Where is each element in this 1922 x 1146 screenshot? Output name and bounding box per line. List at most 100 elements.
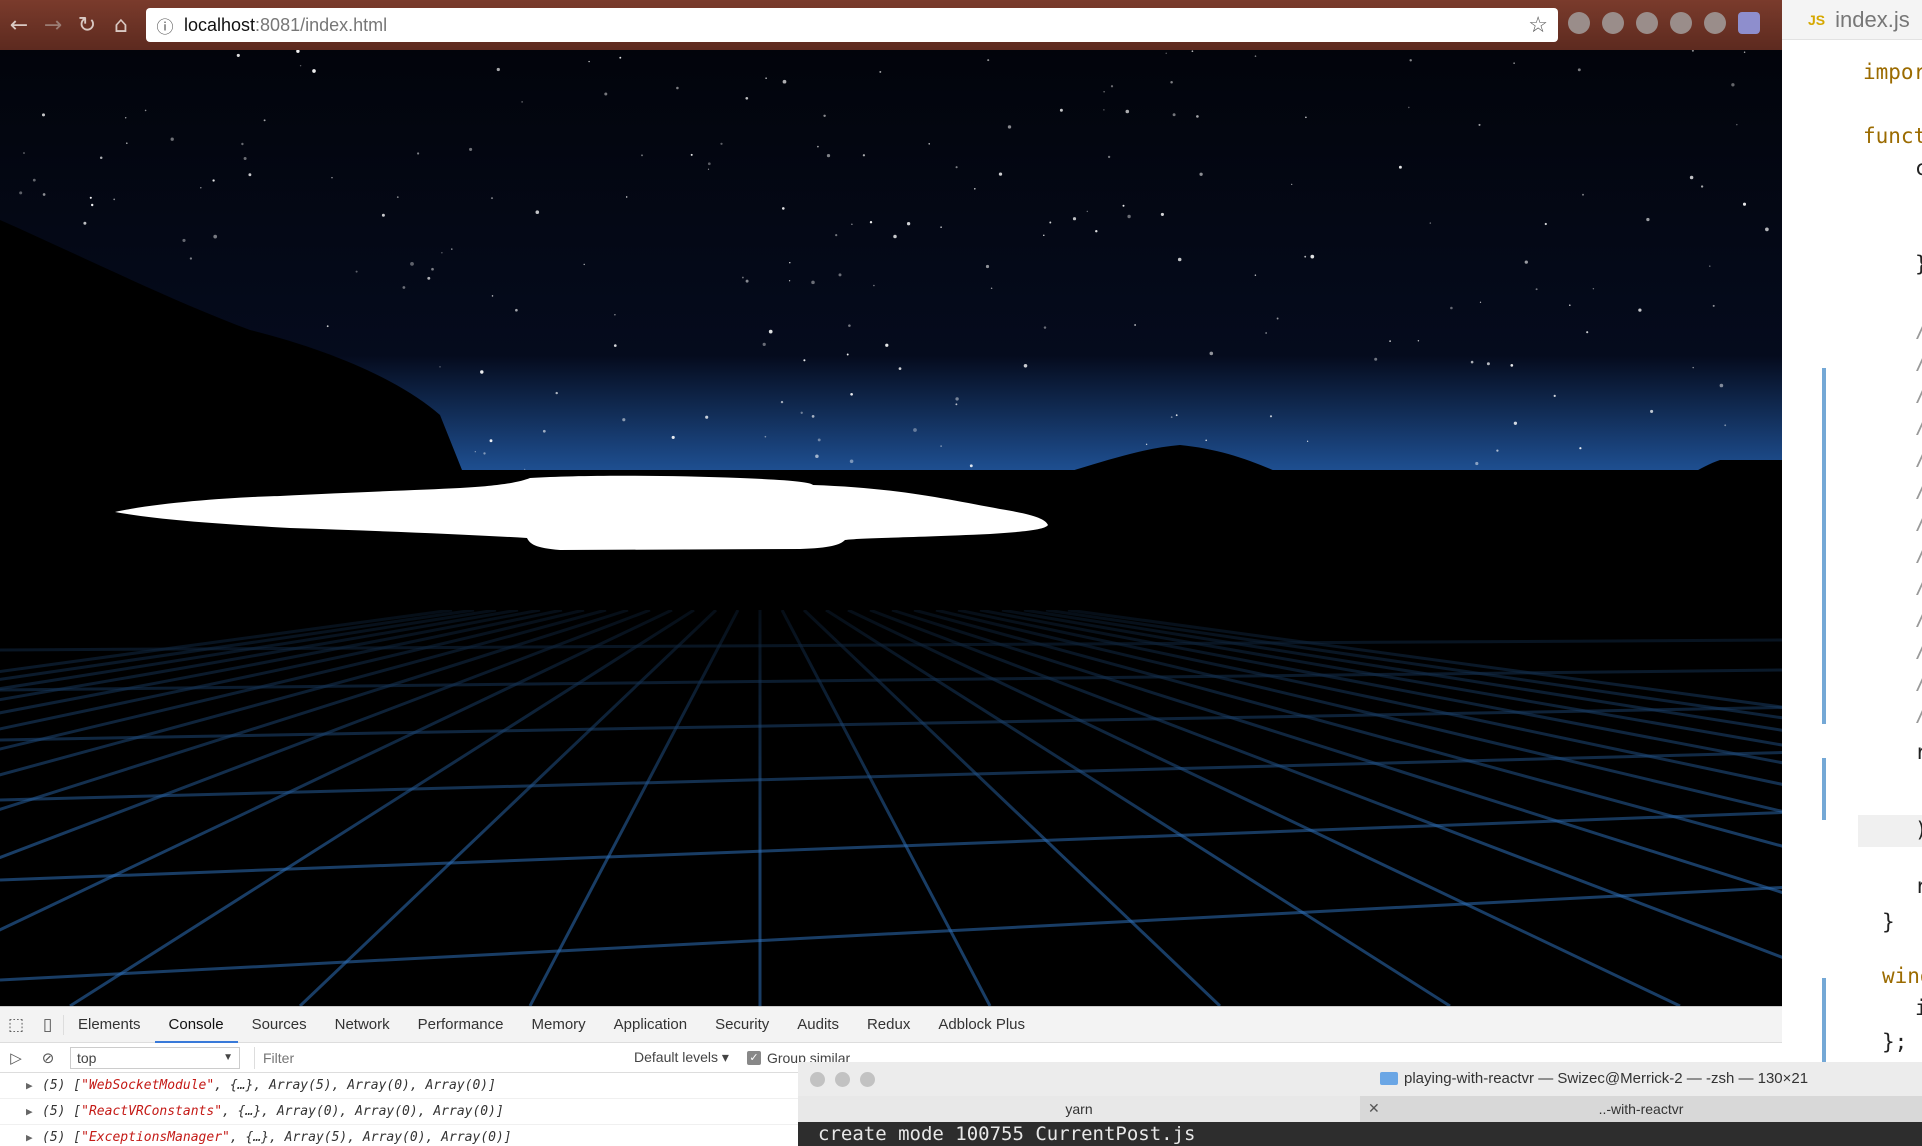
star [299, 64, 302, 67]
code-editor[interactable]: JS index.js impor funct c} / / / / / / / / / / / / / r) r… [1782, 0, 1922, 1062]
star [42, 193, 46, 196]
editor-filename: index.js [1835, 6, 1910, 32]
bookmark-star-icon[interactable]: ☆ [1528, 12, 1548, 38]
code-line: / [1915, 606, 1922, 630]
code-line: }; [1882, 1030, 1908, 1054]
star [1103, 91, 1105, 93]
tab-memory[interactable]: Memory [518, 1007, 600, 1043]
star [613, 344, 617, 347]
reload-icon[interactable]: ↻ [70, 8, 104, 42]
star [248, 173, 252, 177]
star [1407, 106, 1410, 109]
star [1291, 183, 1293, 186]
terminal-window[interactable]: playing-with-reactvr — Swizec@Merrick-2 … [798, 1062, 1922, 1146]
inspect-element-icon[interactable]: ⬚ [0, 1015, 32, 1035]
tab-adblock-plus[interactable]: Adblock Plus [924, 1007, 1039, 1043]
tab-performance[interactable]: Performance [404, 1007, 518, 1043]
star [1205, 439, 1208, 442]
expand-triangle-icon[interactable]: ▶ [26, 1099, 33, 1125]
tab-elements[interactable]: Elements [64, 1007, 155, 1043]
star [1650, 409, 1654, 413]
star [427, 276, 431, 280]
tab-audits[interactable]: Audits [783, 1007, 853, 1043]
zoom-window-button[interactable] [860, 1071, 875, 1087]
star [869, 220, 873, 224]
extension-icon[interactable] [1738, 12, 1760, 34]
star [788, 280, 791, 282]
star [1765, 227, 1769, 232]
expand-triangle-icon[interactable]: ▶ [26, 1073, 33, 1099]
tab-network[interactable]: Network [321, 1007, 404, 1043]
home-icon[interactable]: ⌂ [104, 8, 138, 42]
star [1254, 274, 1257, 276]
star [1742, 202, 1747, 206]
extension-icon[interactable] [1670, 12, 1692, 34]
close-window-button[interactable] [810, 1071, 825, 1087]
star [1700, 185, 1704, 188]
context-selector[interactable]: top ▼ [70, 1046, 240, 1069]
star [998, 172, 1003, 176]
star [835, 234, 838, 237]
back-arrow-icon[interactable]: ← [2, 8, 36, 42]
star [765, 77, 767, 79]
extension-icon[interactable] [1636, 12, 1658, 34]
vr-scene-viewport[interactable] [0, 50, 1782, 1006]
device-toolbar-icon[interactable]: ▯ [32, 1014, 64, 1035]
star [1107, 155, 1111, 159]
log-levels-dropdown[interactable]: Default levels ▾ [634, 1049, 729, 1066]
star [720, 142, 723, 145]
close-tab-icon[interactable]: ✕ [1368, 1096, 1380, 1122]
terminal-tab-reactvr[interactable]: ✕ ..-with-reactvr [1360, 1096, 1922, 1122]
star [1007, 125, 1012, 129]
extension-icon[interactable] [1602, 12, 1624, 34]
star [1398, 165, 1402, 169]
address-bar[interactable]: ⓘ localhost:8081/index.html ☆ [146, 8, 1558, 42]
code-line: ) [1915, 818, 1922, 842]
star [1409, 59, 1412, 62]
clear-console-icon[interactable]: ⊘ [32, 1049, 64, 1067]
star [1496, 449, 1499, 452]
tab-console[interactable]: Console [154, 1007, 238, 1043]
star [955, 166, 958, 169]
editor-tab-index-js[interactable]: JS index.js [1782, 0, 1922, 40]
terminal-tab-yarn[interactable]: yarn [798, 1096, 1360, 1122]
star [803, 359, 806, 362]
star [1582, 193, 1584, 196]
chevron-down-icon: ▼ [223, 1052, 233, 1063]
show-sidebar-icon[interactable]: ▷ [0, 1049, 32, 1067]
terminal-tab-bar: yarn ✕ ..-with-reactvr [798, 1096, 1922, 1122]
star [124, 117, 127, 119]
tab-sources[interactable]: Sources [238, 1007, 321, 1043]
star [1743, 51, 1746, 53]
star [1269, 415, 1273, 418]
code-area[interactable]: impor funct c} / / / / / / / / / / / / / r) r} windo i}; [1782, 40, 1922, 1062]
code-line: windo [1882, 964, 1922, 988]
tab-application[interactable]: Application [600, 1007, 701, 1043]
info-icon[interactable]: ⓘ [146, 13, 184, 38]
star [705, 415, 709, 419]
star [873, 284, 875, 287]
star [1450, 306, 1453, 310]
tab-security[interactable]: Security [701, 1007, 783, 1043]
star [1122, 204, 1125, 207]
minimize-window-button[interactable] [835, 1071, 850, 1087]
star [182, 238, 186, 242]
checkbox-checked-icon[interactable]: ✓ [746, 1050, 761, 1065]
star [1429, 222, 1432, 224]
star [622, 418, 626, 422]
star [1175, 414, 1178, 417]
url-path: :8081/index.html [255, 14, 388, 35]
star [243, 157, 247, 160]
extension-icon[interactable] [1568, 12, 1590, 34]
extension-icon[interactable] [1704, 12, 1726, 34]
expand-triangle-icon[interactable]: ▶ [26, 1125, 33, 1146]
tab-redux[interactable]: Redux [853, 1007, 924, 1043]
star [707, 162, 711, 166]
star [23, 152, 25, 154]
filter-input[interactable] [254, 1046, 614, 1069]
forward-arrow-icon[interactable]: → [36, 8, 70, 42]
star [862, 154, 866, 157]
code-line: funct [1863, 124, 1922, 148]
star [1086, 210, 1089, 213]
star [170, 137, 174, 141]
